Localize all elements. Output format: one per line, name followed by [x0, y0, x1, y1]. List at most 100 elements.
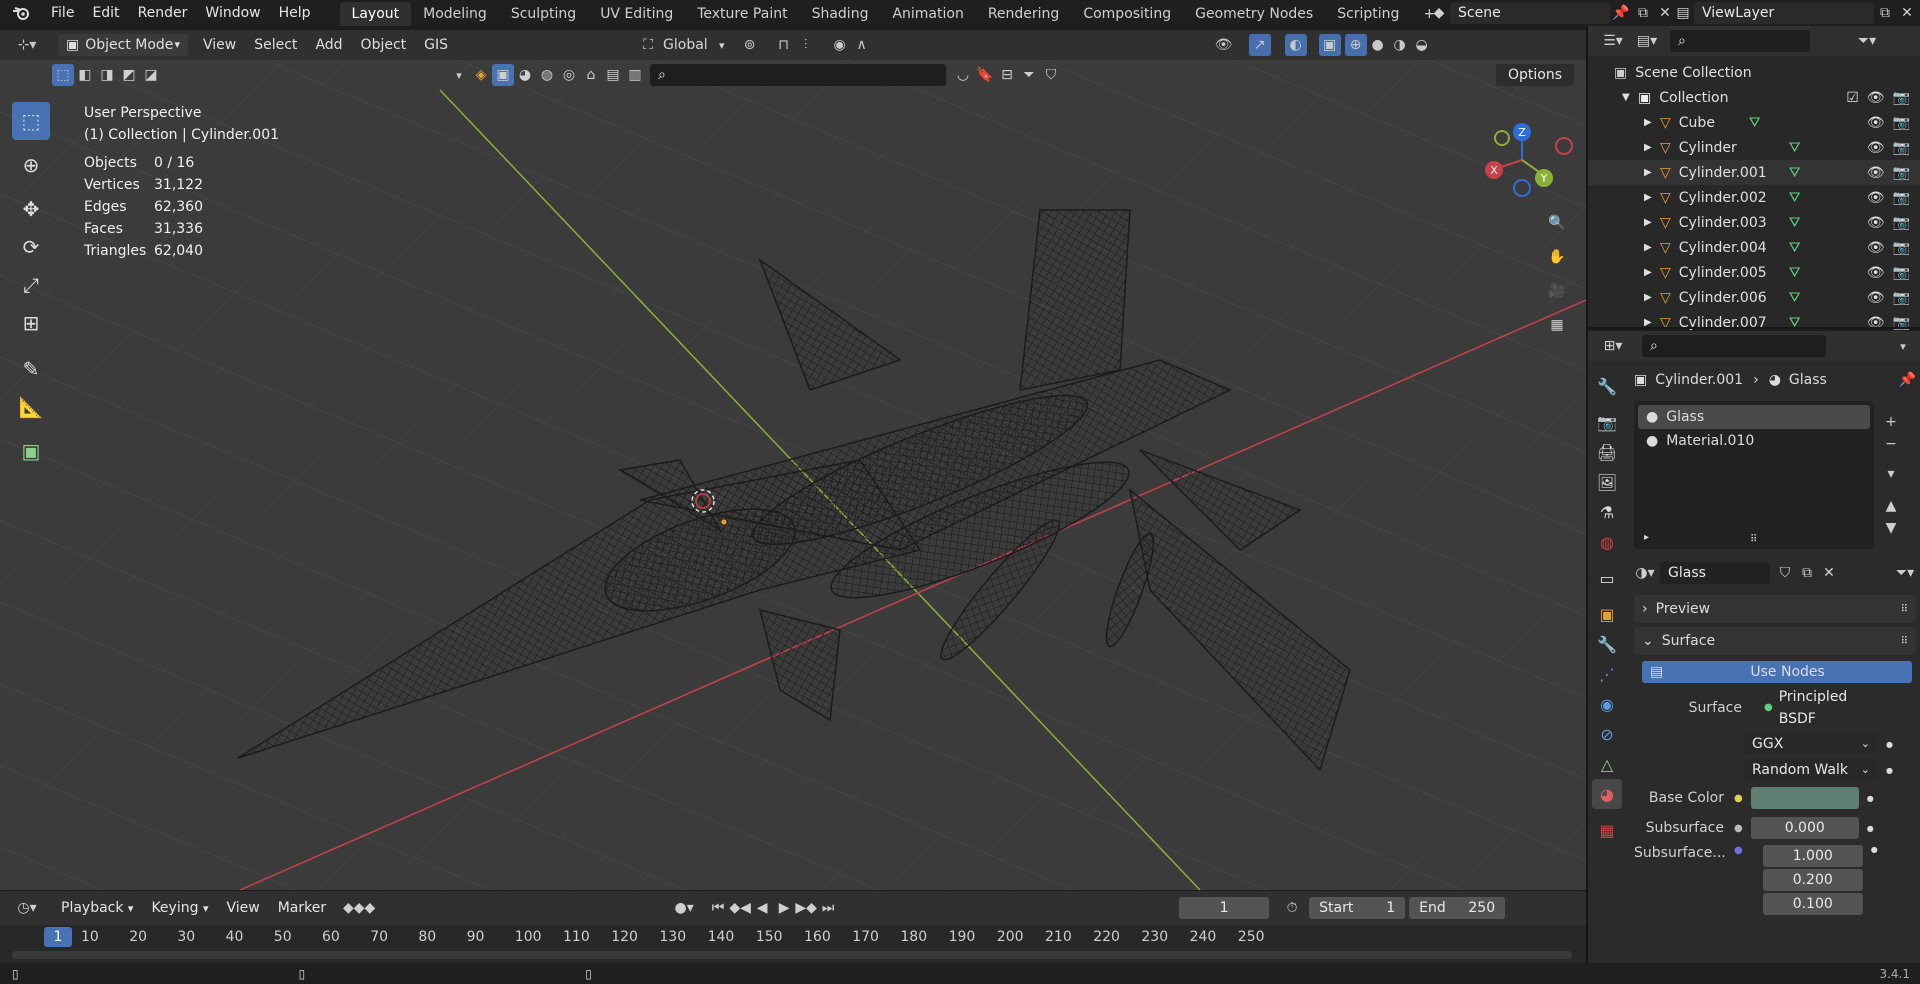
transform-orientation[interactable]: ⛶ Global ▾ — [637, 34, 724, 56]
camera-icon[interactable]: 📷 — [1893, 165, 1910, 181]
surface-shader-field[interactable]: ● Principled BSDF — [1756, 689, 1890, 727]
annotate-tool-icon[interactable]: ✎ — [12, 350, 50, 388]
camera-filter-icon[interactable]: ▤ — [602, 64, 624, 86]
new-viewlayer-icon[interactable]: ⧉ — [1874, 2, 1896, 24]
camera-icon[interactable]: 📷 — [1893, 215, 1910, 231]
menu-marker[interactable]: Marker — [269, 895, 335, 921]
move-up-icon[interactable]: ▲ — [1880, 495, 1902, 517]
zoom-icon[interactable]: 🔍 — [1542, 206, 1572, 240]
eye-icon[interactable]: 👁 — [1867, 90, 1885, 106]
constraints-tab-icon[interactable]: ⊘ — [1592, 719, 1622, 749]
editor-type-icon[interactable]: ◷▾ — [12, 897, 42, 919]
view-layer-tab-icon[interactable]: 🖼 — [1592, 467, 1622, 497]
expand-arrow-icon[interactable]: ▶ — [1644, 267, 1660, 278]
pivot-icon[interactable]: ⊚ — [739, 34, 761, 56]
editor-type-icon[interactable]: ⊞▾ — [1598, 335, 1628, 357]
mesh-data-icon[interactable]: ⛛ — [1749, 115, 1761, 131]
add-slot-icon[interactable]: + — [1880, 411, 1902, 433]
playhead[interactable]: 1 — [44, 927, 72, 947]
viewlayer-field[interactable]: ViewLayer — [1694, 2, 1874, 24]
world-tab-icon[interactable]: ◍ — [1592, 527, 1622, 557]
keyframe-dot-icon[interactable]: ● — [1886, 766, 1893, 775]
tab-sculpting[interactable]: Sculpting — [499, 2, 588, 26]
scene-collection-row[interactable]: ▣ Scene Collection — [1588, 60, 1920, 85]
mesh-data-icon[interactable]: ⛛ — [1789, 165, 1801, 181]
camera-view-icon[interactable]: 🎥 — [1542, 274, 1572, 308]
collection-row[interactable]: ▼ ▣ Collection ☑ 👁 📷 — [1588, 85, 1920, 110]
menu-object[interactable]: Object — [352, 32, 416, 58]
visibility-icon[interactable]: 👁 — [1213, 34, 1235, 56]
pin-icon[interactable]: 📌 — [1899, 372, 1916, 388]
camera-icon[interactable]: 📷 — [1893, 240, 1910, 256]
close-icon[interactable]: ✕ — [1818, 562, 1840, 584]
options-button[interactable]: Options — [1496, 64, 1574, 86]
move-down-icon[interactable]: ▼ — [1880, 517, 1902, 539]
new-scene-icon[interactable]: ⧉ — [1632, 2, 1654, 24]
record-icon[interactable]: ●▾ — [673, 897, 695, 919]
tool-tab-icon[interactable]: 🔧 — [1592, 371, 1622, 401]
filter-icon[interactable]: ⏷▾ — [1852, 30, 1882, 52]
keyframe-dot-icon[interactable]: ● — [1886, 740, 1893, 749]
transform-tool-icon[interactable]: ⊞ — [12, 304, 50, 342]
add-cube-tool-icon[interactable]: ▣ — [12, 432, 50, 470]
menu-select[interactable]: Select — [245, 32, 306, 58]
bookmark-icon[interactable]: 🔖 — [974, 64, 996, 86]
eye-icon[interactable]: 👁 — [1867, 165, 1885, 181]
eye-icon[interactable]: 👁 — [1867, 290, 1885, 306]
mesh-data-icon[interactable]: ⛛ — [1789, 240, 1801, 256]
physics-tab-icon[interactable]: ◉ — [1592, 689, 1622, 719]
outliner-item[interactable]: ▶ ▽ Cylinder.006 ⛛ 👁 📷 — [1588, 285, 1920, 310]
tab-uv-editing[interactable]: UV Editing — [588, 2, 685, 26]
prev-keyframe-icon[interactable]: ◆◀ — [729, 897, 751, 919]
outliner-search-input[interactable]: ⌕ — [1670, 30, 1810, 52]
scene-tab-icon[interactable]: ⚗ — [1592, 497, 1622, 527]
use-nodes-button[interactable]: ▤ Use Nodes — [1642, 661, 1912, 683]
cursor-tool-icon[interactable]: ⊕ — [12, 146, 50, 184]
world-filter-icon[interactable]: ◍ — [536, 64, 558, 86]
keyframe-dot-icon[interactable]: ● — [1867, 794, 1874, 803]
solid-shading-icon[interactable]: ● — [1367, 34, 1389, 56]
eye-icon[interactable]: 👁 — [1867, 190, 1885, 206]
drag-handle-icon[interactable]: ⠿ — [1901, 636, 1908, 647]
gizmo-toggle-icon[interactable]: ↗ — [1248, 34, 1271, 56]
rotate-tool-icon[interactable]: ⟳ — [12, 228, 50, 266]
3d-viewport[interactable]: ⊹▾ ▣ Object Mode ▾ View Select Add Objec… — [0, 30, 1586, 890]
eye-icon[interactable]: 👁 — [1867, 115, 1885, 131]
outliner-item[interactable]: ▶ ▽ Cylinder.003 ⛛ 👁 📷 — [1588, 210, 1920, 235]
scene-icon[interactable]: ◆ — [1428, 2, 1450, 24]
tab-geometry-nodes[interactable]: Geometry Nodes — [1183, 2, 1325, 26]
socket-dot-icon[interactable]: ● — [1734, 793, 1743, 804]
pan-hand-icon[interactable]: ✋ — [1542, 240, 1572, 274]
outliner-divider[interactable] — [1588, 327, 1920, 329]
next-keyframe-icon[interactable]: ▶◆ — [795, 897, 817, 919]
checkbox-icon[interactable]: ☑ — [1846, 90, 1859, 106]
viewport-search-input[interactable]: ⌕ — [650, 64, 946, 86]
timeline-scrollbar[interactable] — [12, 951, 1572, 959]
neg-x-handle[interactable] — [1555, 137, 1573, 155]
display-mode-icon[interactable]: ▤▾ — [1632, 30, 1662, 52]
blender-logo-icon[interactable] — [8, 2, 34, 24]
object-tab-icon[interactable]: ▣ — [1592, 599, 1622, 629]
modifier-tab-icon[interactable]: 🔧 — [1592, 629, 1622, 659]
subsurface-radius-x[interactable]: 1.000 — [1762, 845, 1863, 867]
outliner-item[interactable]: ▶ ▽ Cylinder ⛛ 👁 📷 — [1588, 135, 1920, 160]
base-color-swatch[interactable] — [1750, 787, 1859, 809]
camera-icon[interactable]: 📷 — [1893, 140, 1910, 156]
jump-start-icon[interactable]: ⏮ — [707, 897, 729, 919]
material-slots-list[interactable]: ● Glass ● Material.010 ▸ ⠿ — [1634, 401, 1874, 549]
timeline-ruler[interactable]: 1 10 20 30 40 50 60 70 80 90 100 110 120 130 140 150 16… — [0, 925, 1586, 963]
material-shading-icon[interactable]: ◑ — [1389, 34, 1411, 56]
falloff-icon[interactable]: ∧ — [851, 34, 873, 56]
tab-layout[interactable]: Layout — [339, 1, 412, 26]
particles-tab-icon[interactable]: ⋰ — [1592, 659, 1622, 689]
chevron-down-icon[interactable]: ▾ — [448, 64, 470, 86]
outliner-item[interactable]: ▶ ▽ Cylinder.002 ⛛ 👁 📷 — [1588, 185, 1920, 210]
eye-icon[interactable]: 👁 — [1867, 140, 1885, 156]
menu-view[interactable]: View — [217, 895, 268, 921]
socket-dot-icon[interactable]: ● — [1734, 845, 1743, 856]
select-intersect-icon[interactable]: ◪ — [140, 64, 162, 86]
mesh-data-icon[interactable]: ⛛ — [1789, 140, 1801, 156]
mesh-filter-icon[interactable]: ▣ — [492, 64, 514, 86]
mesh-data-icon[interactable]: ⛛ — [1789, 290, 1801, 306]
collection-tab-icon[interactable]: ▭ — [1592, 563, 1622, 593]
